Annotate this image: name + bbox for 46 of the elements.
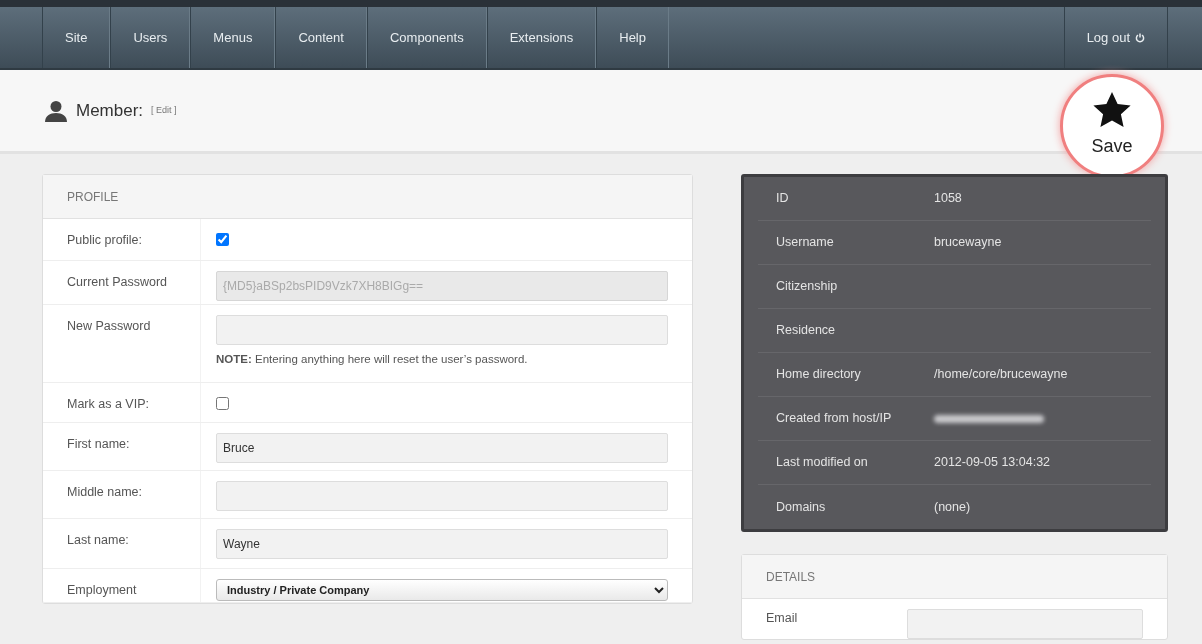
field-label: First name: [43,423,201,470]
field-label: Last name: [43,519,201,568]
info-value: /home/core/brucewayne [934,366,1068,384]
info-label: Last modified on [775,454,869,472]
info-value: 2012-09-05 13:04:32 [934,454,1051,472]
panel-title: DETAILS [742,555,1167,599]
info-label: ID [775,190,790,208]
nav-link[interactable]: Extensions [486,7,597,68]
nav-link[interactable]: Help [596,7,669,68]
field-label: Mark as a VIP: [43,383,201,422]
info-label: Created from host/IP [775,410,893,428]
info-value: 1058 [934,190,962,208]
input-field[interactable]: Bruce [216,433,668,463]
input-field[interactable]: Wayne [216,529,668,559]
nav-link[interactable]: Components [366,7,487,68]
checkbox[interactable] [216,233,229,246]
info-value: (none) [934,498,971,516]
field-label: Middle name: [43,471,201,518]
nav-link[interactable]: Menus [190,7,276,68]
info-label: Domains [775,498,827,516]
input-field[interactable] [216,315,668,345]
info-label: Citizenship [775,278,839,296]
info-value: brucewayne [934,234,1002,252]
nav-link[interactable]: Users [110,7,191,68]
nav-link[interactable]: Site [42,7,111,68]
field-label: Email [765,610,799,627]
info-label: Residence [775,322,837,340]
nav-link[interactable]: Content [275,7,367,68]
user-icon [44,99,68,122]
note-text: NOTE: Entering anything here will reset the user’s password. [216,352,529,367]
input-field[interactable] [216,481,668,511]
info-label: Username [775,234,835,252]
power-icon [1135,32,1145,43]
select-field[interactable]: Industry / Private Company [216,579,668,601]
field-label: New Password [43,305,201,382]
field-label: Current Password [43,261,201,304]
star-icon [1092,91,1132,129]
info-label: Home directory [775,366,862,384]
input-field[interactable] [907,609,1143,639]
field-label: Public profile: [43,219,201,260]
logout-link[interactable]: Log out [1063,7,1168,68]
field-label: Employment [43,569,201,602]
panel-title: PROFILE [43,175,692,219]
edit-link[interactable]: [ Edit ] [151,103,177,118]
checkbox[interactable] [216,397,229,410]
page-title: Member: [76,99,144,122]
